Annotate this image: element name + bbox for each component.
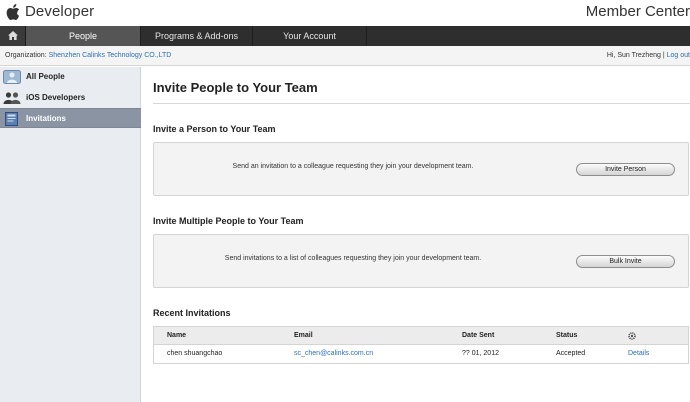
column-header-date-sent[interactable]: Date Sent (462, 327, 494, 345)
title-divider (153, 103, 690, 104)
column-header-status[interactable]: Status (556, 327, 577, 345)
invitation-date: ?? 01, 2012 (462, 350, 499, 357)
bulk-invite-panel: Send invitations to a list of colleagues… (153, 234, 689, 288)
column-header-name[interactable]: Name (167, 327, 186, 345)
invite-person-button[interactable]: Invite Person (576, 163, 675, 176)
table-row: chen shuangchao sc_chen@calinks.com.cn ?… (154, 345, 688, 363)
sidebar-item-all-people[interactable]: All People (0, 67, 141, 87)
table-header: Name Email Date Sent Status (154, 327, 688, 345)
logout-link[interactable]: Log out (667, 52, 690, 59)
gear-icon[interactable] (628, 332, 636, 340)
user-greeting: Hi, Sun Trezheng (606, 52, 661, 59)
details-link[interactable]: Details (628, 345, 649, 363)
user-separator: | (662, 52, 665, 59)
tab-your-account[interactable]: Your Account (253, 26, 367, 46)
invite-person-heading: Invite a Person to Your Team (153, 124, 276, 134)
invitee-name: chen shuangchao (167, 350, 223, 357)
tab-programs-addons[interactable]: Programs & Add-ons (141, 26, 253, 46)
bulk-invite-description: Send invitations to a list of colleagues… (224, 255, 482, 262)
home-icon (8, 31, 18, 40)
recent-invitations-heading: Recent Invitations (153, 308, 231, 318)
sidebar: All People iOS Developers Invitations (0, 67, 141, 402)
bulk-invite-button[interactable]: Bulk Invite (576, 255, 675, 268)
page-title: Invite People to Your Team (153, 80, 318, 95)
sidebar-item-ios-developers[interactable]: iOS Developers (0, 88, 141, 108)
main-nav: People Programs & Add-ons Your Account (0, 26, 690, 46)
developers-icon (3, 92, 21, 104)
invitation-status: Accepted (556, 350, 586, 357)
organization-label: Organization: (5, 52, 47, 59)
member-center-title[interactable]: Member Center (586, 3, 690, 20)
recent-invitations-table: Name Email Date Sent Status chen shuangc… (153, 326, 689, 364)
invite-person-description: Send an invitation to a colleague reques… (232, 163, 474, 170)
home-button[interactable] (0, 26, 26, 46)
user-info: Hi, Sun Trezheng | Log out (607, 46, 690, 66)
apple-logo-icon[interactable] (5, 3, 20, 21)
sidebar-item-label: Invitations (26, 114, 67, 123)
organization-info: Organization: Shenzhen Calinks Technolog… (5, 46, 171, 66)
organization-name-link[interactable]: Shenzhen Calinks Technology CO.,LTD (49, 52, 172, 59)
tab-people[interactable]: People (26, 26, 141, 46)
invite-person-panel: Send an invitation to a colleague reques… (153, 142, 689, 196)
column-header-email[interactable]: Email (294, 327, 313, 345)
invitations-icon (5, 112, 18, 126)
sidebar-item-invitations[interactable]: Invitations (0, 108, 141, 128)
brand-name[interactable]: Developer (25, 3, 94, 20)
page: Developer Member Center People Programs … (0, 0, 690, 402)
bulk-invite-heading: Invite Multiple People to Your Team (153, 216, 304, 226)
main-content: Invite People to Your Team Invite a Pers… (142, 67, 690, 402)
sidebar-item-label: iOS Developers (26, 93, 86, 102)
brand-bar: Developer Member Center (0, 0, 690, 26)
sidebar-item-label: All People (26, 72, 65, 81)
invitee-email-link[interactable]: sc_chen@calinks.com.cn (294, 345, 373, 363)
people-card-icon (3, 70, 21, 84)
organization-bar: Organization: Shenzhen Calinks Technolog… (0, 46, 690, 66)
